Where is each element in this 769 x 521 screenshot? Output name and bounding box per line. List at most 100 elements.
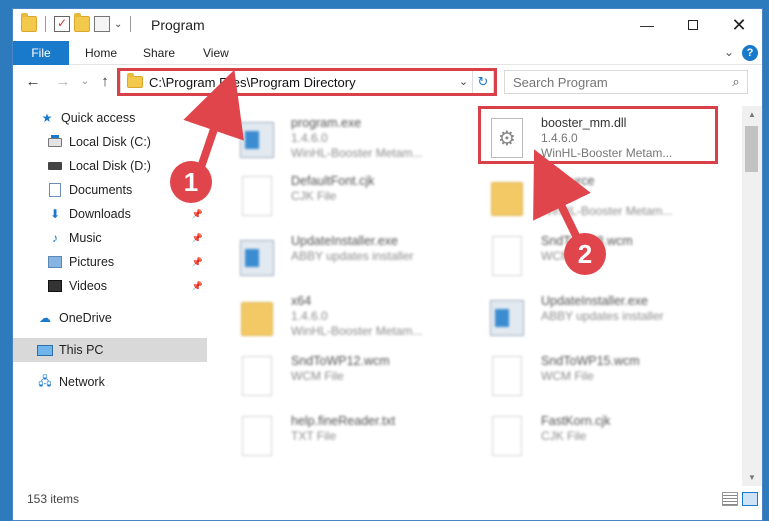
step-2-badge: 2 (564, 233, 606, 275)
file-tile[interactable]: SndToWP12.wcm WCM File (237, 354, 477, 412)
file-tile[interactable]: help.fineReader.txt TXT File (237, 414, 477, 472)
sidebar-item-videos[interactable]: Videos 📌 (13, 274, 207, 298)
sidebar-item-label: Quick access (61, 111, 136, 125)
file-version: 1.4.6.0 (541, 189, 578, 203)
qat-dropdown-icon[interactable]: ⌄ (114, 19, 122, 30)
file-name: help.fineReader.txt (291, 414, 396, 428)
up-button[interactable]: ↑ (95, 72, 115, 92)
disk-icon (47, 158, 63, 174)
search-input[interactable] (505, 74, 725, 90)
downloads-icon: ⬇ (49, 207, 61, 221)
maximize-icon (688, 20, 698, 30)
file-tile[interactable]: Resource 1.4.6.0 WinHL-Booster Metam... (487, 174, 727, 232)
tiles-view-icon[interactable] (742, 492, 758, 506)
file-tile[interactable]: SndToWP8.wcm WCM File (487, 234, 727, 292)
title-bar: ✓ ⌄ Program — ✕ (13, 9, 762, 41)
customize-toolbar-icon[interactable] (94, 16, 110, 32)
sidebar-item-network[interactable]: 🖧 Network (13, 370, 207, 394)
properties-check-icon[interactable]: ✓ (54, 16, 70, 32)
close-button[interactable]: ✕ (716, 9, 762, 41)
sidebar-item-this-pc[interactable]: This PC (13, 338, 207, 362)
folder-icon (487, 176, 527, 222)
pc-icon (37, 342, 53, 358)
file-type: ABBY updates installer (541, 309, 664, 323)
file-name: UpdateInstaller.exe (541, 294, 649, 308)
file-version: 1.4.6.0 (291, 131, 328, 145)
sidebar-item-downloads[interactable]: ⬇ Downloads 📌 (13, 202, 207, 226)
vertical-scrollbar[interactable]: ▲ ▼ (742, 106, 762, 486)
tab-home[interactable]: Home (71, 41, 131, 65)
tab-file[interactable]: File (13, 41, 69, 65)
expand-ribbon-icon[interactable]: ⌄ (724, 45, 734, 59)
file-tile[interactable]: SndToWP15.wcm WCM File (487, 354, 727, 412)
file-tile[interactable]: program.exe 1.4.6.0 WinHL-Booster Metam.… (237, 116, 477, 174)
maximize-button[interactable] (670, 9, 716, 41)
recent-locations-button[interactable]: ⌄ (75, 72, 95, 92)
folder-icon (21, 13, 37, 32)
divider (45, 16, 46, 32)
ribbon-tabs: File Home Share View ⌄ ? (13, 41, 762, 65)
file-type: ABBY updates installer (291, 249, 414, 263)
search-icon[interactable]: ⌕ (725, 74, 747, 90)
scroll-up-icon[interactable]: ▲ (742, 106, 762, 123)
pin-icon: 📌 (191, 256, 203, 267)
sidebar-item-local-disk-c[interactable]: Local Disk (C:) (13, 130, 207, 154)
file-type: WCM File (291, 369, 344, 383)
page-icon (487, 416, 527, 462)
disk-icon (47, 134, 63, 150)
tab-view[interactable]: View (189, 41, 243, 65)
sidebar-item-quick-access[interactable]: ★ Quick access (13, 106, 207, 130)
exe-icon (237, 236, 277, 282)
new-folder-icon[interactable] (74, 13, 90, 32)
page-icon (237, 176, 277, 222)
sidebar-item-label: Videos (69, 279, 107, 293)
exe-icon (237, 118, 277, 164)
file-type: CJK File (291, 189, 337, 203)
tab-share[interactable]: Share (129, 41, 189, 65)
quick-access-toolbar: ✓ ⌄ (21, 13, 135, 32)
item-count: 153 items (27, 492, 80, 506)
details-view-icon[interactable] (722, 492, 738, 506)
address-highlight-box (117, 68, 497, 96)
pin-icon: 📌 (191, 208, 203, 219)
cloud-icon: ☁ (39, 311, 51, 325)
file-type: WCM File (541, 369, 594, 383)
pin-icon: 📌 (191, 280, 203, 291)
sidebar-item-label: OneDrive (59, 311, 112, 325)
sidebar-item-label: Downloads (69, 207, 131, 221)
minimize-button[interactable]: — (624, 9, 670, 41)
scroll-down-icon[interactable]: ▼ (742, 469, 762, 486)
file-name: SndToWP15.wcm (541, 354, 640, 368)
sidebar-item-onedrive[interactable]: ☁ OneDrive (13, 306, 207, 330)
status-bar: 153 items (13, 486, 762, 512)
sidebar-item-music[interactable]: ♪ Music 📌 (13, 226, 207, 250)
exe-icon (487, 296, 527, 342)
videos-icon (47, 278, 63, 294)
sidebar-item-label: Documents (69, 183, 133, 197)
file-tile[interactable]: UpdateInstaller.exe ABBY updates install… (487, 294, 727, 352)
file-tile[interactable]: UpdateInstaller.exe ABBY updates install… (237, 234, 477, 292)
pin-icon: 📌 (191, 232, 203, 243)
file-version: 1.4.6.0 (291, 309, 328, 323)
help-icon[interactable]: ? (742, 45, 758, 61)
sidebar-item-label: Local Disk (D:) (69, 159, 151, 173)
file-tile[interactable]: DefaultFont.cjk CJK File (237, 174, 477, 232)
file-name: DefaultFont.cjk (291, 174, 375, 188)
music-icon: ♪ (52, 231, 58, 245)
sidebar-item-pictures[interactable]: Pictures 📌 (13, 250, 207, 274)
back-button[interactable]: ← (23, 72, 43, 92)
page-icon (237, 416, 277, 462)
file-description: WinHL-Booster Metam... (291, 146, 423, 160)
file-tile[interactable]: FastKorn.cjk CJK File (487, 414, 727, 472)
file-tile[interactable]: x64 1.4.6.0 WinHL-Booster Metam... (237, 294, 477, 352)
step-1-badge: 1 (170, 161, 212, 203)
file-description: WinHL-Booster Metam... (541, 204, 673, 218)
forward-button[interactable]: → (53, 72, 73, 92)
search-box[interactable]: ⌕ (504, 70, 748, 94)
documents-icon (47, 182, 63, 198)
file-name: Resource (541, 174, 595, 188)
file-description: WinHL-Booster Metam... (291, 324, 423, 338)
sidebar-item-label: Music (69, 231, 102, 245)
file-type: CJK File (541, 429, 587, 443)
scrollbar-thumb[interactable] (745, 126, 758, 172)
